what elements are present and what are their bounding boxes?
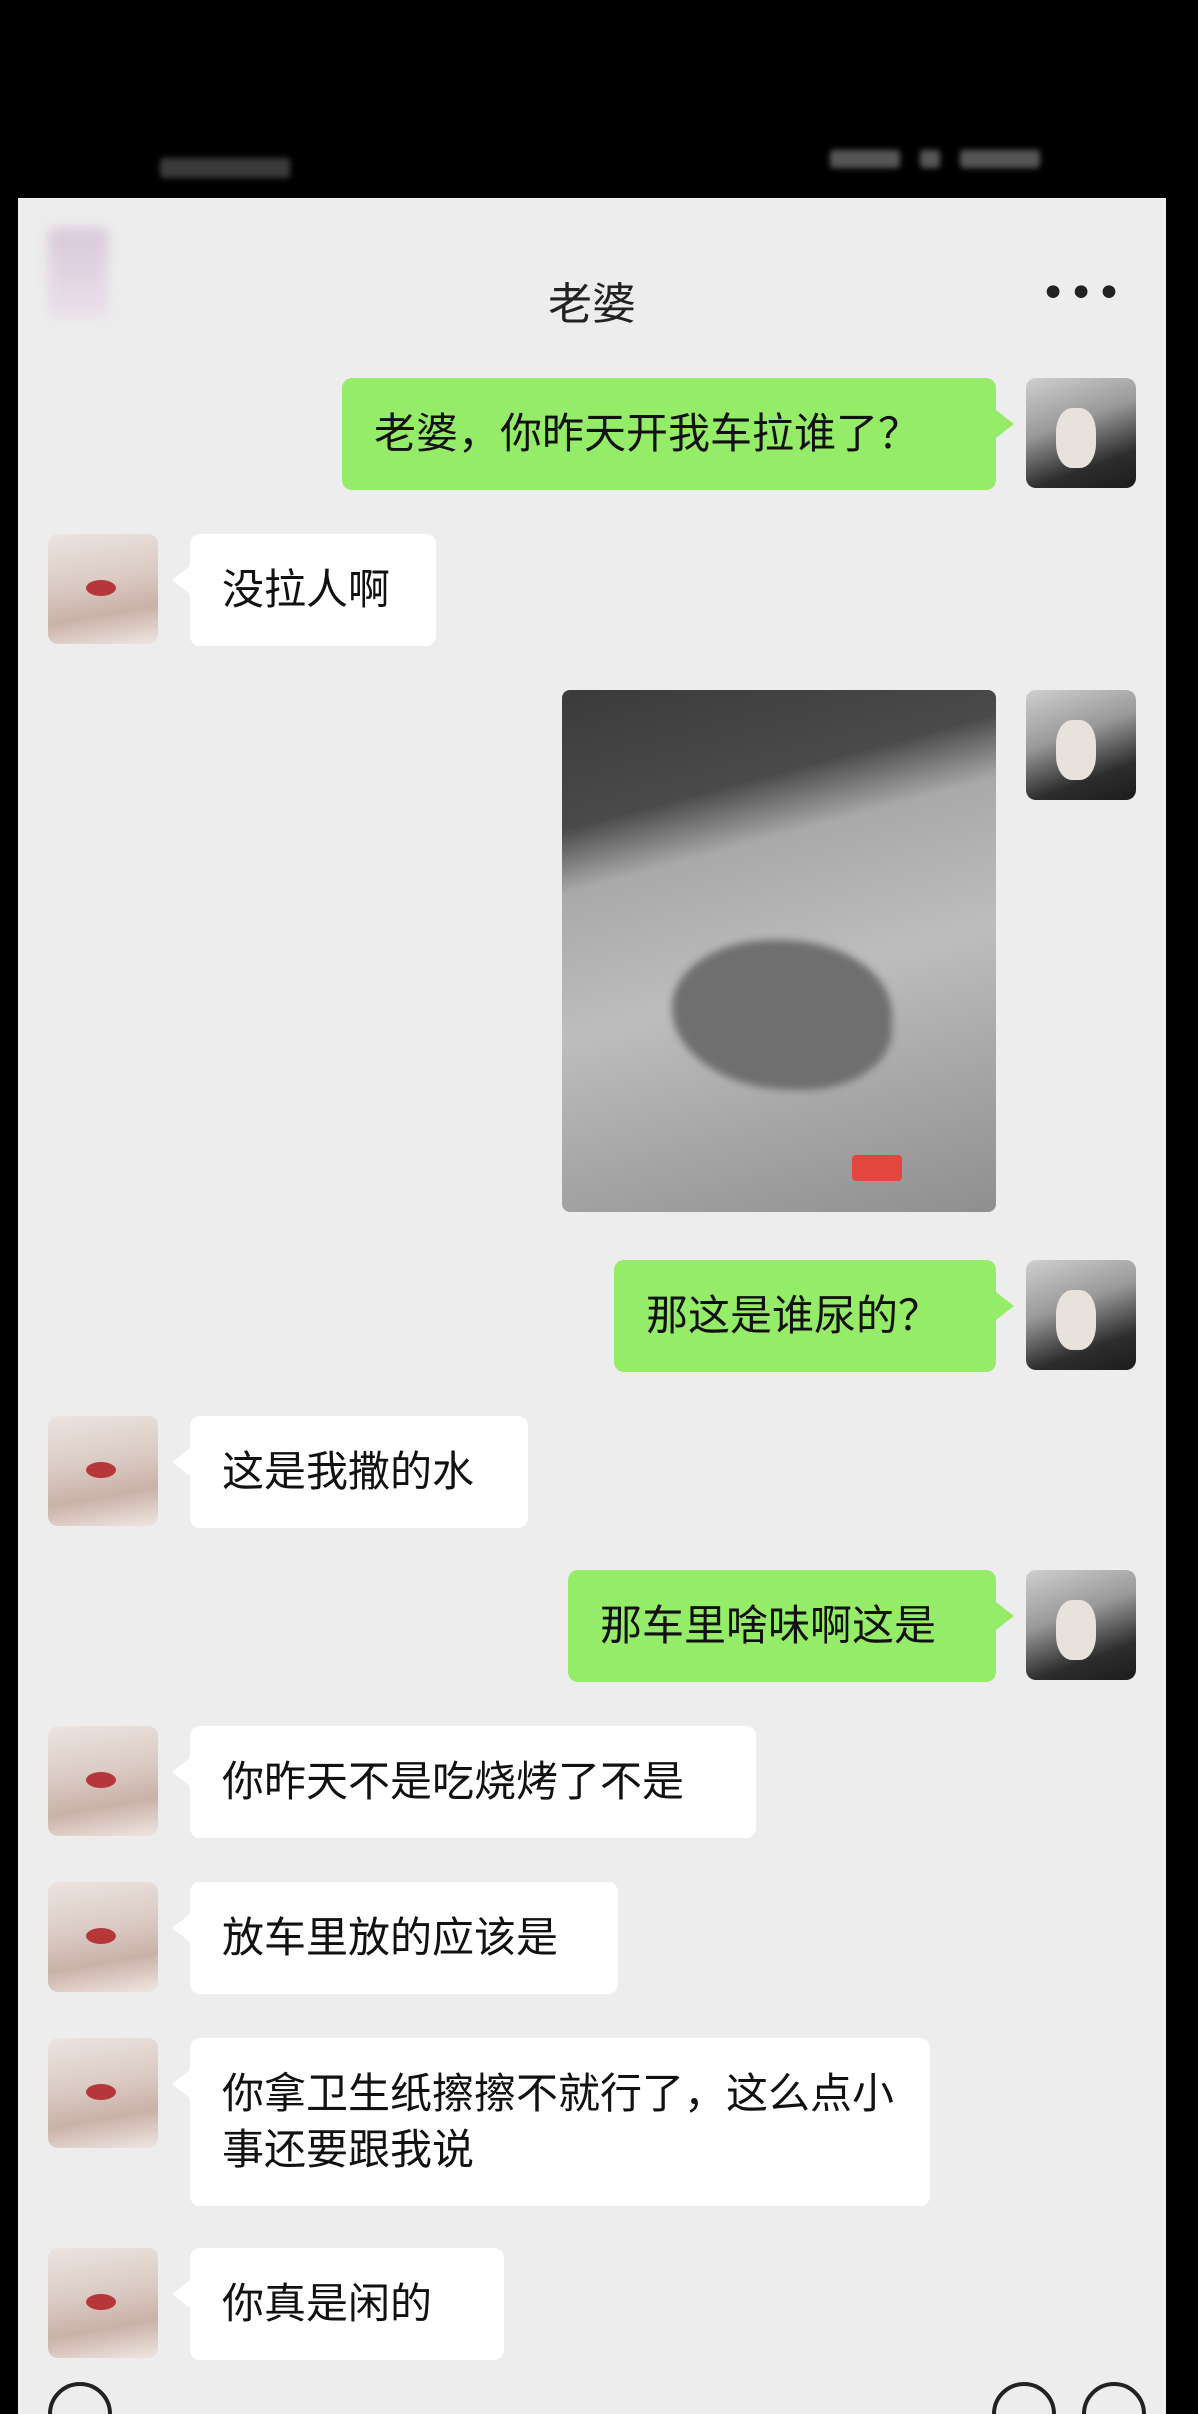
status-time-blurred — [160, 158, 290, 178]
my-avatar[interactable] — [1026, 378, 1136, 488]
my-avatar[interactable] — [1026, 1570, 1136, 1680]
contact-avatar[interactable] — [48, 534, 158, 644]
more-icon[interactable]: ••• — [1040, 268, 1124, 319]
car-seat-photo[interactable] — [562, 690, 996, 1212]
plus-icon[interactable] — [1082, 2382, 1146, 2414]
contact-avatar[interactable] — [48, 2038, 158, 2148]
received-bubble[interactable]: 没拉人啊 — [172, 534, 436, 646]
sent-bubble[interactable]: 老婆，你昨天开我车拉谁了？ — [342, 378, 1014, 490]
seatbelt-buckle — [852, 1155, 902, 1181]
contact-avatar[interactable] — [48, 1416, 158, 1526]
received-bubble[interactable]: 放车里放的应该是 — [172, 1882, 618, 1994]
status-bar — [0, 0, 1198, 200]
received-bubble[interactable]: 这是我撒的水 — [172, 1416, 528, 1528]
emoji-icon[interactable] — [992, 2382, 1056, 2414]
chat-screen: 老婆 ••• 老婆，你昨天开我车拉谁了？ 没拉人啊 那这是谁尿的？ 这是我撒的水… — [18, 198, 1166, 2414]
sent-bubble[interactable]: 那这是谁尿的？ — [614, 1260, 1014, 1372]
chat-title: 老婆 — [548, 279, 636, 330]
contact-avatar[interactable] — [48, 2248, 158, 2358]
status-icons-blurred — [830, 150, 1090, 172]
received-bubble[interactable]: 你拿卫生纸擦擦不就行了，这么点小事还要跟我说 — [172, 2038, 930, 2206]
my-avatar[interactable] — [1026, 1260, 1136, 1370]
contact-avatar[interactable] — [48, 1726, 158, 1836]
contact-avatar[interactable] — [48, 1882, 158, 1992]
voice-icon[interactable] — [48, 2382, 112, 2414]
sent-bubble[interactable]: 那车里啥味啊这是 — [568, 1570, 1014, 1682]
received-bubble[interactable]: 你真是闲的 — [172, 2248, 504, 2360]
input-toolbar — [18, 2382, 1166, 2414]
my-avatar[interactable] — [1026, 690, 1136, 800]
received-bubble[interactable]: 你昨天不是吃烧烤了不是 — [172, 1726, 756, 1838]
seat-stain — [672, 940, 892, 1090]
